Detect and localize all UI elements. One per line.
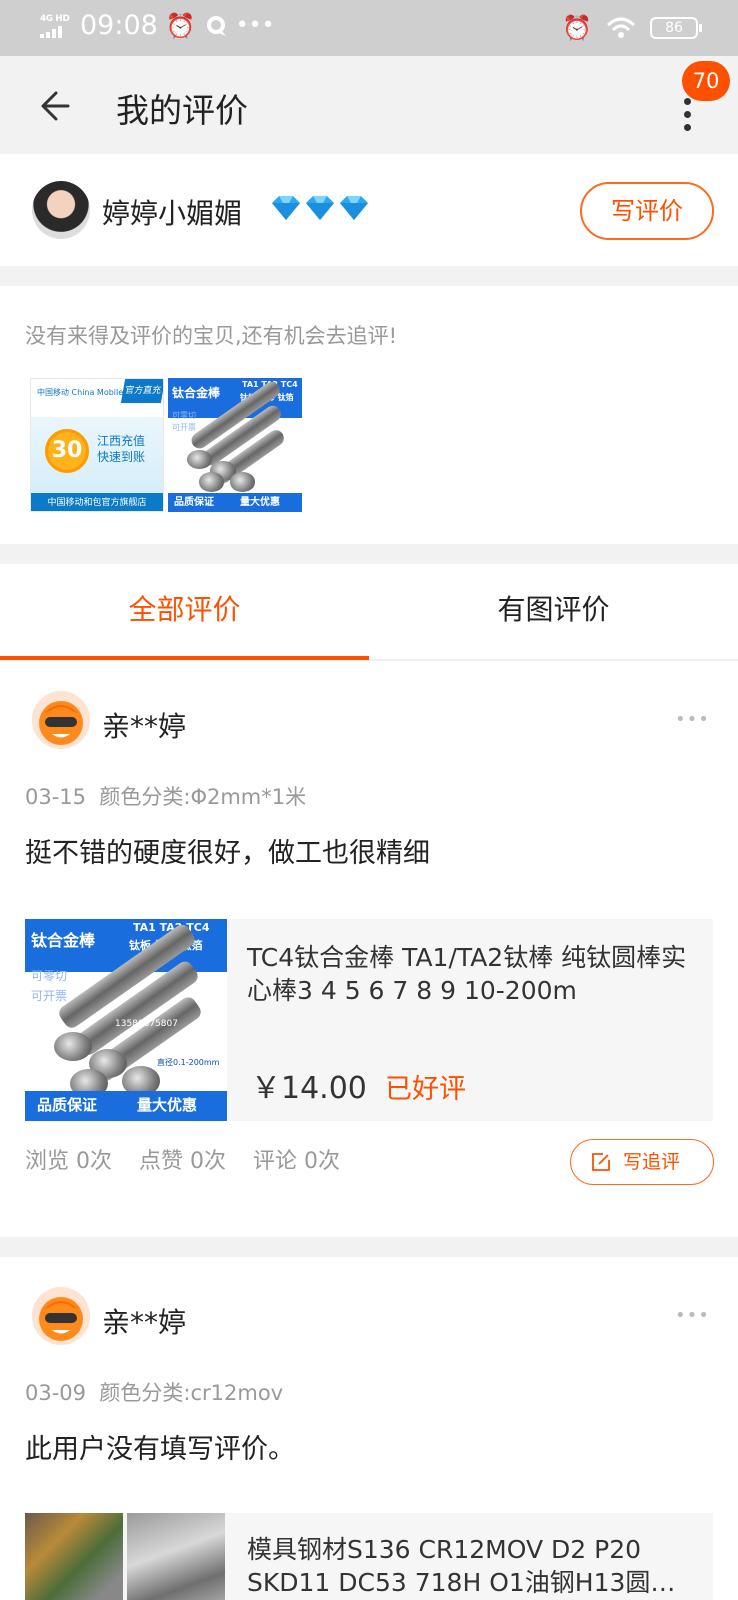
avatar[interactable]	[32, 181, 90, 239]
avatar[interactable]	[32, 1287, 90, 1345]
battery-indicator: 86	[650, 17, 702, 39]
active-tab-indicator	[0, 656, 369, 660]
product-thumb-left1: 可零切	[31, 969, 68, 983]
product-thumb-left2: 可开票	[31, 989, 68, 1003]
chat-bubble-icon	[206, 15, 226, 36]
product-card[interactable]: 模具钢材S136 CR12MOV D2 P20 SKD11 DC53 718H …	[25, 1513, 713, 1600]
mascot-avatar-icon	[32, 1287, 90, 1345]
pending-tip: 没有来得及评价的宝贝,还有机会去追评!	[25, 324, 398, 348]
signal-icon: 4G HD	[40, 14, 72, 38]
review-card: 亲**婷 ••• 03-15 颜色分类:Φ2mm*1米 挺不错的硬度很好，做工也…	[0, 661, 738, 1237]
review-tabs: 全部评价 有图评价	[0, 564, 738, 660]
diamond-icon	[272, 196, 300, 220]
review-status: 已好评	[385, 1074, 466, 1105]
network-label: 4G HD	[40, 13, 70, 24]
notification-badge: 70	[682, 61, 730, 101]
titanium-rods-image	[181, 378, 296, 498]
china-mobile-logo: 中国移动 China Mobile	[37, 388, 124, 397]
review-stats: 浏览 0次 点赞 0次 评论 0次	[25, 1143, 360, 1175]
likes-count: 点赞 0次	[139, 1149, 226, 1174]
recharge-line2: 快速到账	[97, 450, 146, 464]
write-review-button[interactable]: 写评价	[580, 182, 714, 240]
pending-item-titanium[interactable]: 钛合金棒 TA1 TA2 TC4 钛板 钛棒 钛箔 可零切 可开票 品质保证 量…	[168, 378, 302, 512]
alarm-icon: ⏰	[562, 14, 592, 42]
more-options-icon[interactable]: •••	[675, 1305, 710, 1326]
edit-icon	[592, 1153, 610, 1171]
avatar[interactable]	[32, 691, 90, 749]
nav-bar: 我的评价 70	[0, 56, 738, 154]
product-title: TC4钛合金棒 TA1/TA2钛棒 纯钛圆棒实心棒3 4 5 6 7 8 9 1…	[247, 943, 687, 1005]
product-image	[127, 1513, 225, 1600]
followup-label: 写追评	[623, 1151, 681, 1173]
back-arrow-icon[interactable]	[38, 86, 78, 126]
product-image: 钛合金棒 TA1 TA2 TC4 钛板 钛棒 钛箔 可零切 可开票 135808…	[25, 919, 227, 1121]
page-title: 我的评价	[116, 91, 248, 130]
review-date: 03-15	[25, 785, 87, 809]
product-thumb-left2: 可开票	[172, 423, 196, 432]
tab-all-reviews[interactable]: 全部评价	[0, 564, 369, 660]
more-options-icon[interactable]: •••	[675, 709, 710, 730]
product-thumb-discount: 量大优惠	[137, 1096, 198, 1114]
more-menu-icon[interactable]	[684, 98, 692, 131]
review-date: 03-09	[25, 1381, 87, 1405]
status-bar: 4G HD 09:08 ⏰ ••• ⏰ 86	[0, 0, 738, 56]
reviewer-name: 亲**婷	[102, 710, 187, 743]
review-card: 亲**婷 ••• 03-09 颜色分类:cr12mov 此用户没有填写评价。 模…	[0, 1257, 738, 1600]
member-level	[270, 194, 370, 222]
alarm-icon: ⏰	[165, 11, 196, 40]
more-dots-icon: •••	[235, 13, 275, 38]
product-thumb-quality: 品质保证	[37, 1096, 98, 1114]
store-name: 中国移动和包官方旗舰店	[31, 493, 163, 511]
product-thumb-size: 直径0.1-200mm	[157, 1058, 220, 1067]
product-thumb-left1: 可零切	[172, 411, 196, 420]
product-thumb-title: 钛合金棒	[31, 931, 96, 950]
wifi-icon	[606, 17, 636, 38]
product-thumb-phone: 13580875807	[115, 1019, 178, 1029]
user-card: 婷婷小媚媚 写评价	[0, 154, 738, 266]
official-flag: 官方直充	[120, 379, 163, 403]
product-price: ￥14.00	[251, 1071, 367, 1106]
product-thumb-quality: 品质保证	[174, 497, 214, 508]
views-count: 浏览 0次	[25, 1149, 112, 1174]
review-text: 此用户没有填写评价。	[25, 1434, 295, 1465]
clock: 09:08	[80, 10, 158, 41]
user-name: 婷婷小媚媚	[102, 197, 243, 230]
review-spec: 颜色分类:cr12mov	[99, 1381, 284, 1405]
reviewer-name: 亲**婷	[102, 1306, 187, 1339]
review-meta: 03-09 颜色分类:cr12mov	[25, 1377, 283, 1407]
write-followup-button[interactable]: 写追评	[570, 1139, 714, 1185]
pending-item-mobile-recharge[interactable]: 中国移动 China Mobile 官方直充 30 江西充值 快速到账 中国移动…	[30, 378, 164, 512]
comments-count: 评论 0次	[253, 1149, 340, 1174]
pending-reviews: 没有来得及评价的宝贝,还有机会去追评! 中国移动 China Mobile 官方…	[0, 286, 738, 544]
diamond-icon	[340, 196, 368, 220]
diamond-icon	[306, 196, 334, 220]
recharge-line1: 江西充值	[97, 434, 146, 448]
review-text: 挺不错的硬度很好，做工也很精细	[25, 838, 430, 869]
review-spec: 颜色分类:Φ2mm*1米	[99, 785, 307, 809]
titanium-rods-image	[45, 921, 219, 1109]
review-meta: 03-15 颜色分类:Φ2mm*1米	[25, 781, 306, 811]
tab-image-reviews[interactable]: 有图评价	[369, 564, 738, 660]
amount-coin: 30	[45, 429, 89, 473]
product-image	[25, 1513, 123, 1600]
product-thumb-discount: 量大优惠	[240, 497, 280, 508]
product-card[interactable]: 钛合金棒 TA1 TA2 TC4 钛板 钛棒 钛箔 可零切 可开票 135808…	[25, 919, 713, 1121]
product-thumb-title: 钛合金棒	[172, 386, 221, 400]
mascot-avatar-icon	[32, 691, 90, 749]
product-title: 模具钢材S136 CR12MOV D2 P20 SKD11 DC53 718H …	[247, 1535, 676, 1597]
